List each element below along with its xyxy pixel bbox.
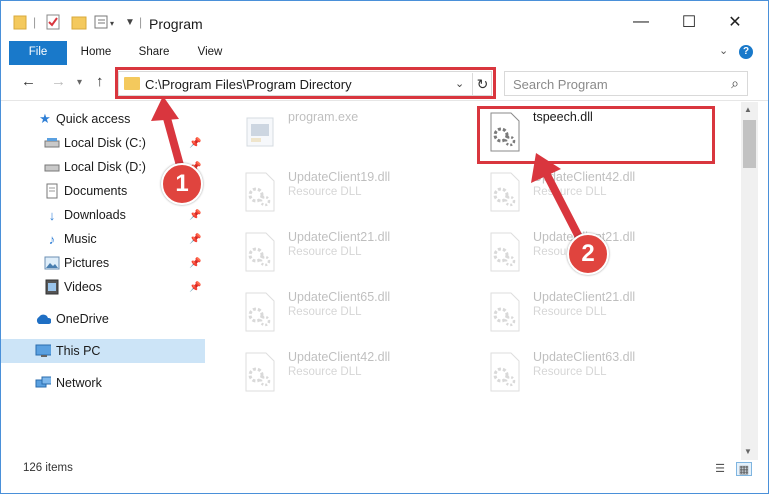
step-1-badge: 1 <box>161 163 203 205</box>
arrow-1 <box>151 96 185 171</box>
arrow-2 <box>531 153 585 243</box>
step-2-badge: 2 <box>567 233 609 275</box>
annotation-arrows <box>151 96 585 243</box>
explorer-window: | ▾ ▼ | Program — ☐ ✕ File Home Share Vi… <box>0 0 769 494</box>
